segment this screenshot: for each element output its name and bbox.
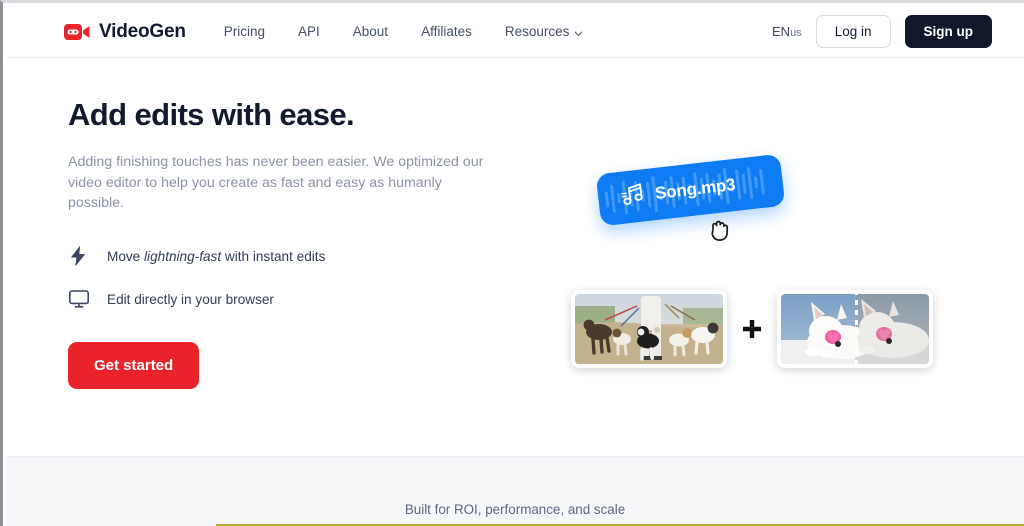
nav-actions: ENus Log in Sign up (772, 15, 992, 48)
footer: Built for ROI, performance, and scale (6, 456, 1024, 526)
monitor-icon (68, 289, 89, 310)
get-started-button[interactable]: Get started (68, 341, 200, 389)
brand-logo[interactable]: VideoGen (64, 21, 186, 43)
nav-link-label: API (298, 24, 320, 39)
media-combine-row (571, 290, 933, 368)
feature-label: Edit directly in your browser (107, 291, 274, 307)
nav-links: Pricing API About Affiliates Resources (224, 24, 584, 39)
feature-emphasis: lightning-fast (144, 248, 222, 264)
grabbing-hand-cursor (708, 215, 734, 243)
nav-link-label: About (352, 24, 389, 39)
nav-link-label: Pricing (223, 24, 266, 39)
language-code: EN (772, 24, 791, 39)
sign-up-button[interactable]: Sign up (904, 15, 992, 48)
nav-link-affiliates[interactable]: Affiliates (421, 24, 472, 39)
combine-plus-icon (727, 318, 777, 340)
nav-link-about[interactable]: About (353, 24, 388, 39)
dog-walker-photo[interactable] (571, 290, 727, 368)
lightning-bolt-icon (68, 246, 89, 267)
footer-tagline: Built for ROI, performance, and scale (404, 502, 626, 517)
log-in-button[interactable]: Log in (815, 15, 891, 48)
language-selector[interactable]: ENus (772, 24, 802, 39)
puppy-sunglasses-photo[interactable] (777, 290, 933, 368)
nav-link-label: Resources (504, 24, 570, 39)
nav-link-resources[interactable]: Resources (505, 24, 584, 39)
browser-frame: VideoGen Pricing API About Affiliates Re… (0, 0, 1024, 526)
hero-illustration: Song.mp3 (546, 58, 1016, 456)
feature-label: Move lightning-fast with instant edits (107, 249, 325, 264)
hero-subcopy: Adding finishing touches has never been … (68, 154, 484, 212)
language-region: us (790, 27, 802, 39)
brand-name: VideoGen (99, 20, 186, 42)
video-camera-icon (64, 23, 90, 41)
feature-list: Move lightning-fast with instant edits E… (68, 246, 508, 310)
chevron-down-icon (574, 26, 583, 36)
audio-file-name: Song.mp3 (654, 174, 737, 203)
feature-prefix: Move (107, 248, 145, 264)
music-note-icon (619, 182, 646, 212)
page-title: Add edits with ease. (68, 97, 355, 132)
nav-link-label: Affiliates (421, 24, 472, 39)
audio-file-chip[interactable]: Song.mp3 (595, 153, 786, 227)
nav-link-pricing[interactable]: Pricing (224, 24, 265, 39)
feature-suffix: with instant edits (221, 248, 326, 264)
feature-item-browser: Edit directly in your browser (68, 289, 508, 310)
navbar: VideoGen Pricing API About Affiliates Re… (6, 6, 1024, 58)
page-content: VideoGen Pricing API About Affiliates Re… (6, 6, 1024, 526)
cut-line (855, 294, 858, 364)
hero-section: Add edits with ease. Adding finishing to… (6, 58, 1024, 456)
feature-item-speed: Move lightning-fast with instant edits (68, 246, 508, 267)
hero-copy: Add edits with ease. Adding finishing to… (68, 96, 508, 389)
nav-link-api[interactable]: API (298, 24, 320, 39)
